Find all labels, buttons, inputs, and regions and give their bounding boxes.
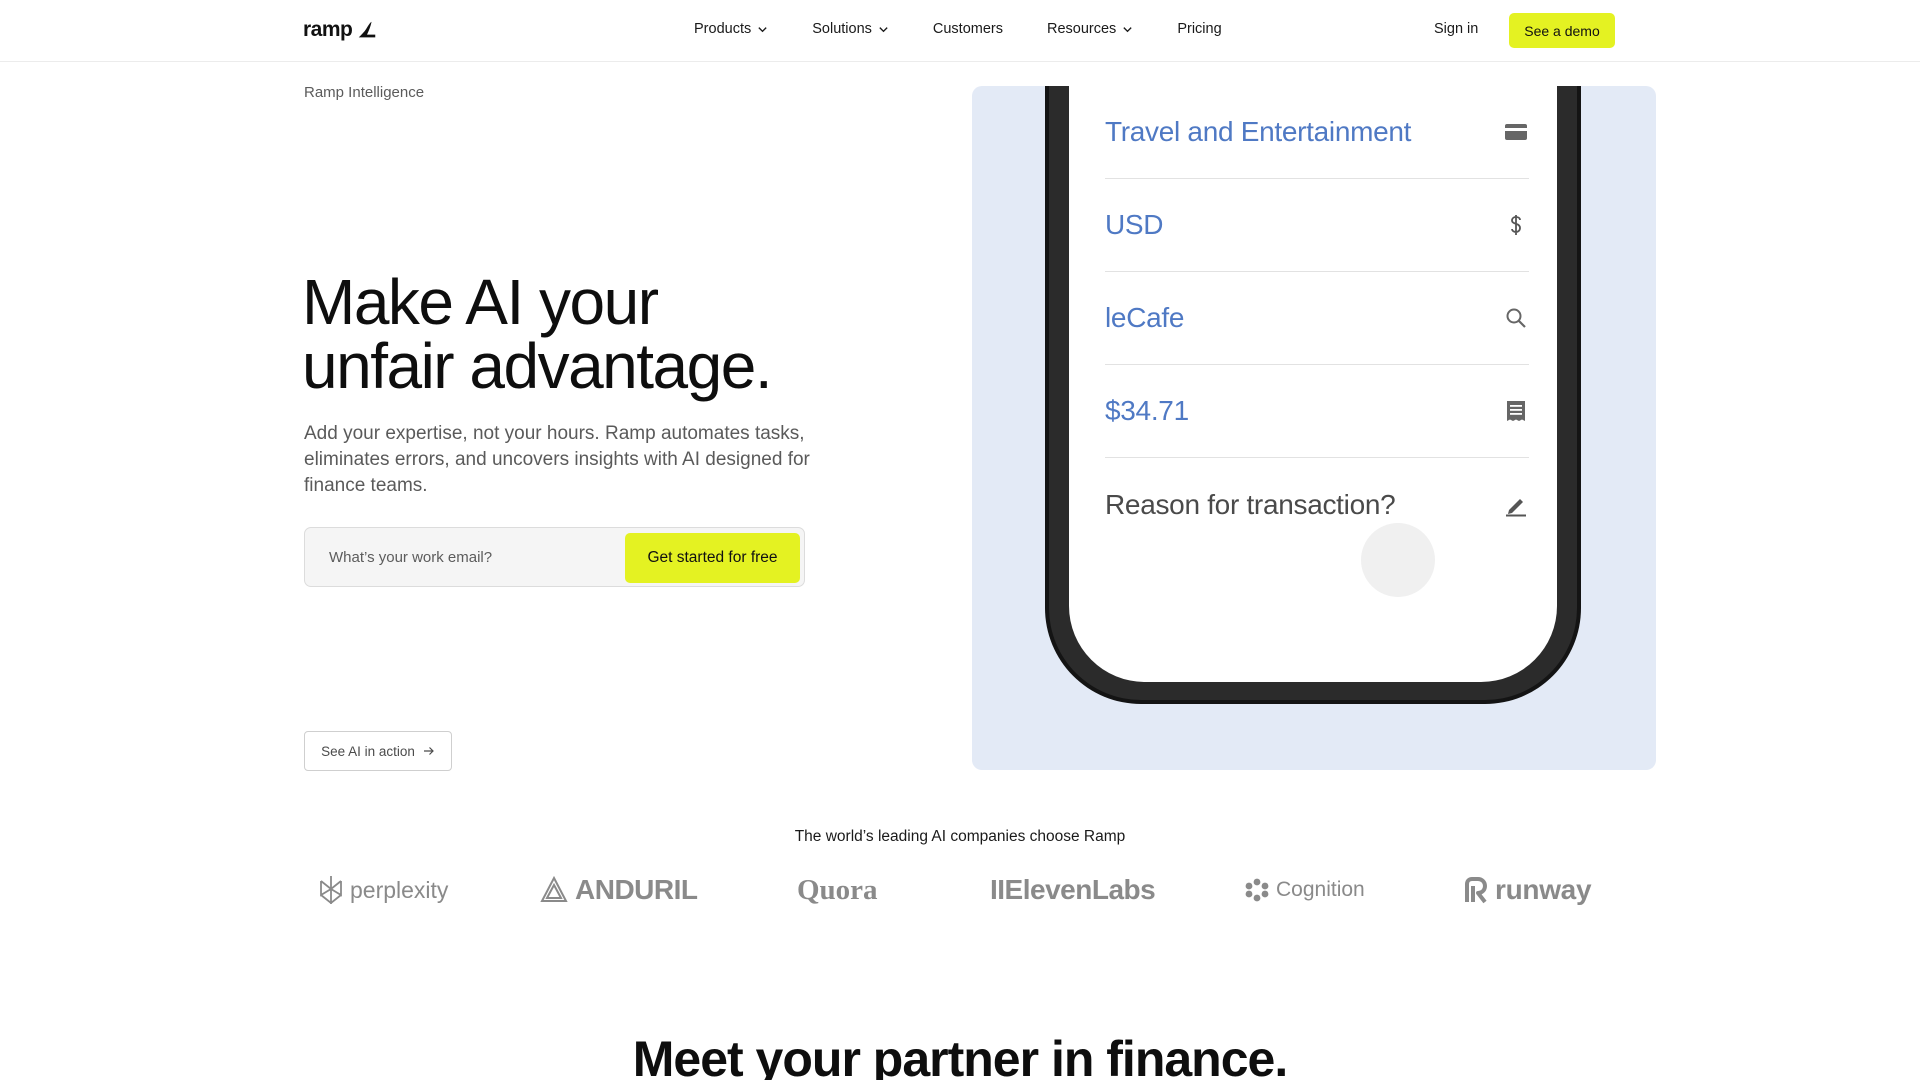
hero-phone-visual: Travel and Entertainment USD leCafe $34.… — [972, 86, 1656, 770]
expense-field-reason[interactable]: Reason for transaction? — [1105, 458, 1529, 551]
top-nav: ramp Products Solutions Customers Resour… — [0, 0, 1920, 62]
runway-logo: runway — [1461, 870, 1592, 910]
elevenlabs-wordmark: IIElevenLabs — [990, 874, 1156, 905]
expense-field-text: USD — [1105, 209, 1164, 240]
sign-in-link[interactable]: Sign in — [1434, 21, 1478, 37]
chevron-down-icon — [879, 26, 888, 32]
arrow-right-icon — [423, 747, 434, 755]
see-demo-button[interactable]: See a demo — [1509, 13, 1615, 48]
hero-title-line-1: Make AI your — [302, 266, 659, 338]
chevron-down-icon — [758, 26, 767, 32]
nav-products-label: Products — [694, 21, 752, 37]
expense-field-amount[interactable]: $34.71 — [1105, 365, 1529, 458]
expense-field-text: $34.71 — [1105, 395, 1189, 426]
work-email-input[interactable] — [306, 529, 606, 585]
expense-field-text: Travel and Entertainment — [1105, 116, 1412, 147]
anduril-icon — [540, 875, 568, 902]
nav-solutions[interactable]: Solutions — [812, 21, 889, 37]
anduril-logo: ANDURIL — [539, 870, 698, 910]
runway-wordmark: runway — [1495, 874, 1592, 905]
hero-title: Make AI your unfair advantage. — [302, 270, 922, 398]
runway-icon — [1465, 877, 1487, 904]
search-icon — [1503, 305, 1529, 331]
see-ai-in-action-button[interactable]: See AI in action — [304, 731, 452, 771]
expense-field-text: Reason for transaction? — [1105, 488, 1396, 520]
chevron-down-icon — [1123, 26, 1132, 32]
nav-resources-label: Resources — [1047, 21, 1117, 37]
ramp-logo[interactable]: ramp — [303, 18, 378, 42]
nav-products[interactable]: Products — [694, 21, 768, 37]
section-title: Meet your partner in finance. — [632, 1031, 1288, 1080]
anduril-wordmark: ANDURIL — [575, 874, 698, 905]
pencil-icon — [1503, 492, 1529, 518]
cognition-wordmark: Cognition — [1276, 878, 1365, 901]
credit-card-icon — [1503, 119, 1529, 145]
touch-indicator — [1361, 523, 1435, 597]
quora-wordmark: Quora — [797, 873, 878, 906]
hero-subtitle: Add your expertise, not your hours. Ramp… — [304, 423, 810, 496]
hero-title-line-2: unfair advantage. — [302, 330, 773, 402]
nav-customers-label: Customers — [932, 21, 1003, 37]
email-signup-form: Get started for free — [304, 527, 805, 587]
logo-text: ramp — [303, 18, 353, 41]
ramp-logo-icon — [359, 21, 376, 38]
nav-pricing[interactable]: Pricing — [1177, 21, 1221, 37]
nav-customers[interactable]: Customers — [933, 21, 1003, 37]
dollar-icon — [1503, 212, 1529, 238]
get-started-button[interactable]: Get started for free — [625, 533, 800, 583]
expense-field-category[interactable]: Travel and Entertainment — [1105, 86, 1529, 179]
expense-field-merchant[interactable]: leCafe — [1105, 272, 1529, 365]
phone-frame: Travel and Entertainment USD leCafe $34.… — [1045, 86, 1581, 704]
nav-solutions-label: Solutions — [812, 21, 872, 37]
logos-heading: The world’s leading AI companies choose … — [794, 828, 1126, 845]
cognition-icon — [1245, 878, 1269, 902]
quora-logo: Quora — [797, 870, 878, 910]
perplexity-icon — [320, 876, 342, 905]
hero-eyebrow: Ramp Intelligence — [304, 84, 425, 101]
perplexity-wordmark: perplexity — [350, 876, 449, 903]
phone-screen: Travel and Entertainment USD leCafe $34.… — [1069, 86, 1557, 682]
expense-field-currency[interactable]: USD — [1105, 179, 1529, 272]
perplexity-logo: perplexity — [318, 870, 448, 910]
nav-pricing-label: Pricing — [1177, 21, 1222, 37]
receipt-icon — [1503, 398, 1529, 424]
primary-nav: Products Solutions Customers Resources P… — [694, 21, 1222, 37]
expense-field-text: leCafe — [1105, 302, 1185, 333]
nav-resources[interactable]: Resources — [1047, 21, 1133, 37]
cognition-logo: Cognition — [1244, 870, 1365, 910]
see-ai-in-action-label: See AI in action — [321, 743, 415, 759]
elevenlabs-logo: IIElevenLabs — [990, 870, 1156, 910]
